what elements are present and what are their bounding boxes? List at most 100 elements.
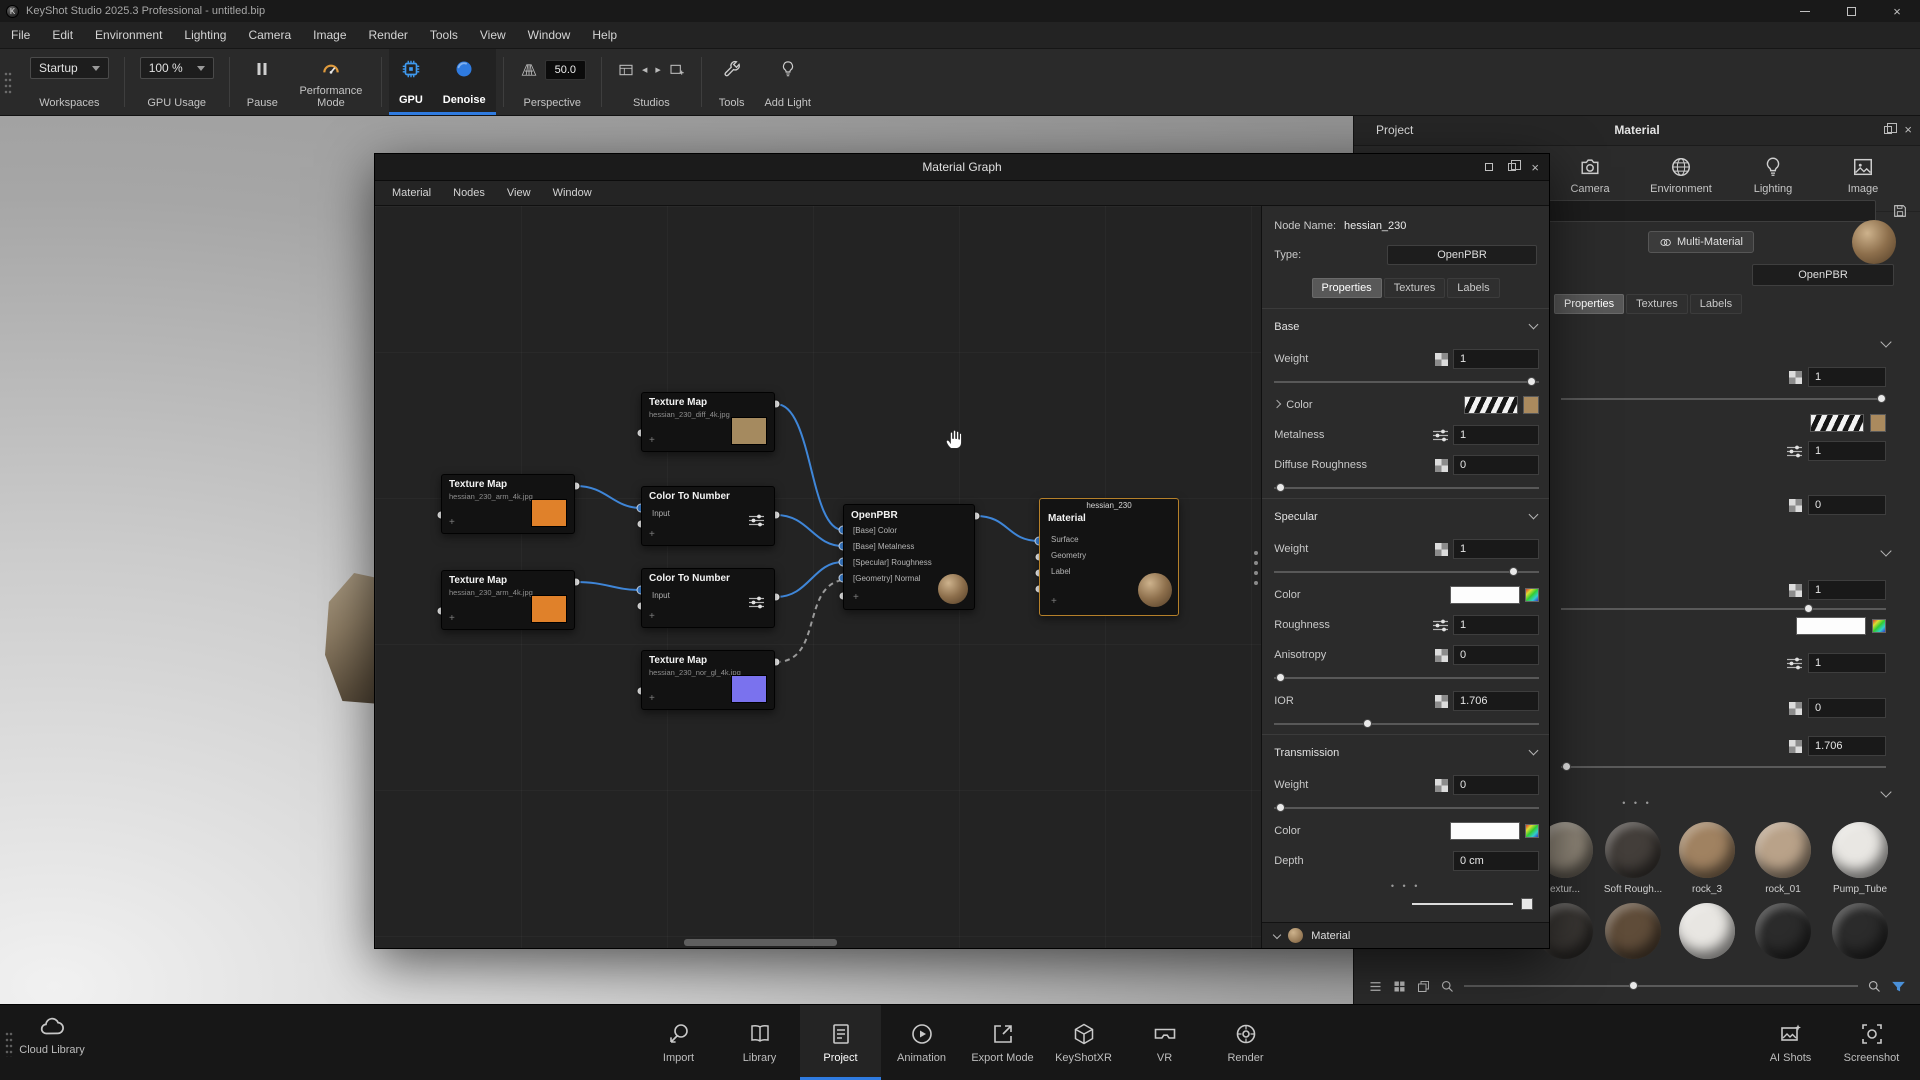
library-item[interactable] [1673, 903, 1741, 959]
texture-swatch[interactable] [1810, 414, 1864, 432]
studio-icon[interactable] [617, 62, 635, 78]
close-button[interactable]: × [1874, 0, 1920, 22]
ior-slider[interactable] [1274, 716, 1539, 732]
grid-view-icon[interactable] [1392, 979, 1407, 994]
menu-lighting[interactable]: Lighting [173, 22, 237, 49]
taskbar-ai-shots[interactable]: AI Shots [1750, 1005, 1831, 1080]
texture-swatch[interactable] [1464, 396, 1518, 414]
levels-icon[interactable] [1787, 445, 1802, 458]
menu-view[interactable]: View [469, 22, 517, 49]
add-light-button[interactable]: Add Light [754, 49, 820, 115]
anisotropy-value-field[interactable]: 0 [1453, 645, 1539, 665]
taskbar-cloud-library[interactable]: Cloud Library [16, 1014, 88, 1058]
node-name-value[interactable]: hessian_230 [1344, 220, 1406, 232]
project-nav-camera[interactable]: Camera [1550, 156, 1630, 195]
texture-icon[interactable] [1789, 702, 1802, 715]
thumbnail-size-slider[interactable] [1464, 981, 1858, 991]
tools-button[interactable]: Tools [709, 49, 755, 115]
multi-material-button[interactable]: Multi-Material [1648, 231, 1754, 253]
filter-funnel-icon[interactable] [1891, 979, 1906, 994]
color-swatch[interactable] [1450, 822, 1520, 840]
texture-icon[interactable] [1435, 695, 1448, 708]
node-tab-textures[interactable]: Textures [1384, 278, 1446, 298]
gpu-toggle[interactable]: GPU [389, 49, 433, 115]
section-transmission[interactable]: Transmission [1262, 734, 1549, 770]
studio-add-icon[interactable] [668, 62, 686, 78]
mg-dock-icon[interactable] [1485, 163, 1493, 171]
node-tab-labels[interactable]: Labels [1447, 278, 1499, 298]
node-texture-map-normal[interactable]: Texture Map hessian_230_nor_gl_4k.jpg + [641, 650, 775, 710]
weight-value-field[interactable]: 1 [1453, 539, 1539, 559]
texture-icon[interactable] [1789, 584, 1802, 597]
weight-value-field[interactable]: 0 [1453, 775, 1539, 795]
value-field[interactable]: 1 [1808, 580, 1886, 600]
zoom-icon[interactable] [1867, 979, 1882, 994]
weight-slider[interactable] [1274, 800, 1539, 816]
node-type-dropdown[interactable]: OpenPBR [1387, 245, 1537, 265]
color-picker-icon[interactable] [1872, 619, 1886, 633]
material-footer-bar[interactable]: Material [1262, 922, 1549, 948]
library-item-pump-tube[interactable]: Pump_Tube [1826, 822, 1894, 895]
close-panel-icon[interactable]: × [1904, 122, 1912, 137]
performance-mode-button[interactable]: Performance Mode [288, 49, 374, 115]
metalness-value-field[interactable]: 1 [1453, 425, 1539, 445]
save-material-icon[interactable] [1888, 200, 1912, 222]
project-nav-image[interactable]: Image [1823, 156, 1903, 195]
node-graph-canvas[interactable]: Texture Map hessian_230_diff_4k.jpg + Te… [375, 206, 1261, 948]
levels-icon[interactable] [1433, 619, 1448, 632]
project-nav-lighting[interactable]: Lighting [1733, 156, 1813, 195]
list-view-icon[interactable] [1368, 979, 1383, 994]
node-color-to-number-2[interactable]: Color To Number Input + [641, 568, 775, 628]
add-input-icon[interactable]: + [649, 435, 655, 446]
studio-prev-icon[interactable]: ◀ [641, 66, 648, 74]
workspace-dropdown[interactable]: Startup [30, 57, 109, 79]
color-picker-icon[interactable] [1525, 588, 1539, 602]
node-material-node[interactable]: hessian_230 Material SurfaceGeometryLabe… [1039, 498, 1179, 616]
add-input-icon[interactable]: + [1051, 596, 1057, 607]
menu-render[interactable]: Render [358, 22, 419, 49]
library-item[interactable] [1599, 903, 1667, 959]
library-item[interactable] [1749, 903, 1817, 959]
node-texture-map-arm-1[interactable]: Texture Map hessian_230_arm_4k.jpg + [441, 474, 575, 534]
library-item-soft-rough[interactable]: Soft Rough... [1599, 822, 1667, 895]
material-graph-titlebar[interactable]: Material Graph × [375, 154, 1549, 181]
add-input-icon[interactable]: + [853, 592, 859, 603]
texture-icon[interactable] [1789, 371, 1802, 384]
texture-icon[interactable] [1435, 779, 1448, 792]
studio-next-icon[interactable]: ▶ [654, 66, 661, 74]
depth-value-field[interactable]: 0 cm [1453, 851, 1539, 871]
menu-image[interactable]: Image [302, 22, 357, 49]
gpu-usage-dropdown[interactable]: 100 % [140, 57, 214, 79]
chevron-down-icon[interactable] [1880, 786, 1891, 797]
mg-close-icon[interactable]: × [1531, 160, 1539, 175]
texture-icon[interactable] [1789, 499, 1802, 512]
denoise-toggle[interactable]: Denoise [433, 49, 496, 115]
menu-tools[interactable]: Tools [419, 22, 469, 49]
value-field[interactable]: 0 [1808, 495, 1886, 515]
node-color-to-number-1[interactable]: Color To Number Input + [641, 486, 775, 546]
roughness-value-field[interactable]: 1 [1453, 615, 1539, 635]
menu-edit[interactable]: Edit [41, 22, 84, 49]
add-input-icon[interactable]: + [649, 611, 655, 622]
ior-value-field[interactable]: 1.706 [1453, 691, 1539, 711]
taskbar-import[interactable]: Import [638, 1005, 719, 1080]
pause-button[interactable]: Pause [237, 49, 288, 115]
node-openpbr-node[interactable]: OpenPBR [Base] Color[Base] Metalness[Spe… [843, 504, 975, 610]
menu-window[interactable]: Window [517, 22, 582, 49]
value-field[interactable]: 1 [1808, 441, 1886, 461]
diffuse-roughness-slider[interactable] [1274, 480, 1539, 496]
search-icon[interactable] [1440, 979, 1455, 994]
float-panel-icon[interactable] [1884, 126, 1892, 134]
chevron-down-icon[interactable] [1880, 545, 1891, 556]
library-item-rock-01[interactable]: rock_01 [1749, 822, 1817, 895]
section-specular[interactable]: Specular [1262, 498, 1549, 534]
value-field[interactable]: 1 [1808, 367, 1886, 387]
group-view-icon[interactable] [1416, 979, 1431, 994]
library-item-rock-3[interactable]: rock_3 [1673, 822, 1741, 895]
taskbar-export-mode[interactable]: Export Mode [962, 1005, 1043, 1080]
value-field[interactable]: 1.706 [1808, 736, 1886, 756]
levels-icon[interactable] [1433, 429, 1448, 442]
texture-icon[interactable] [1435, 543, 1448, 556]
node-texture-map-diff[interactable]: Texture Map hessian_230_diff_4k.jpg + [641, 392, 775, 452]
material-type-dropdown[interactable]: OpenPBR [1752, 264, 1894, 286]
